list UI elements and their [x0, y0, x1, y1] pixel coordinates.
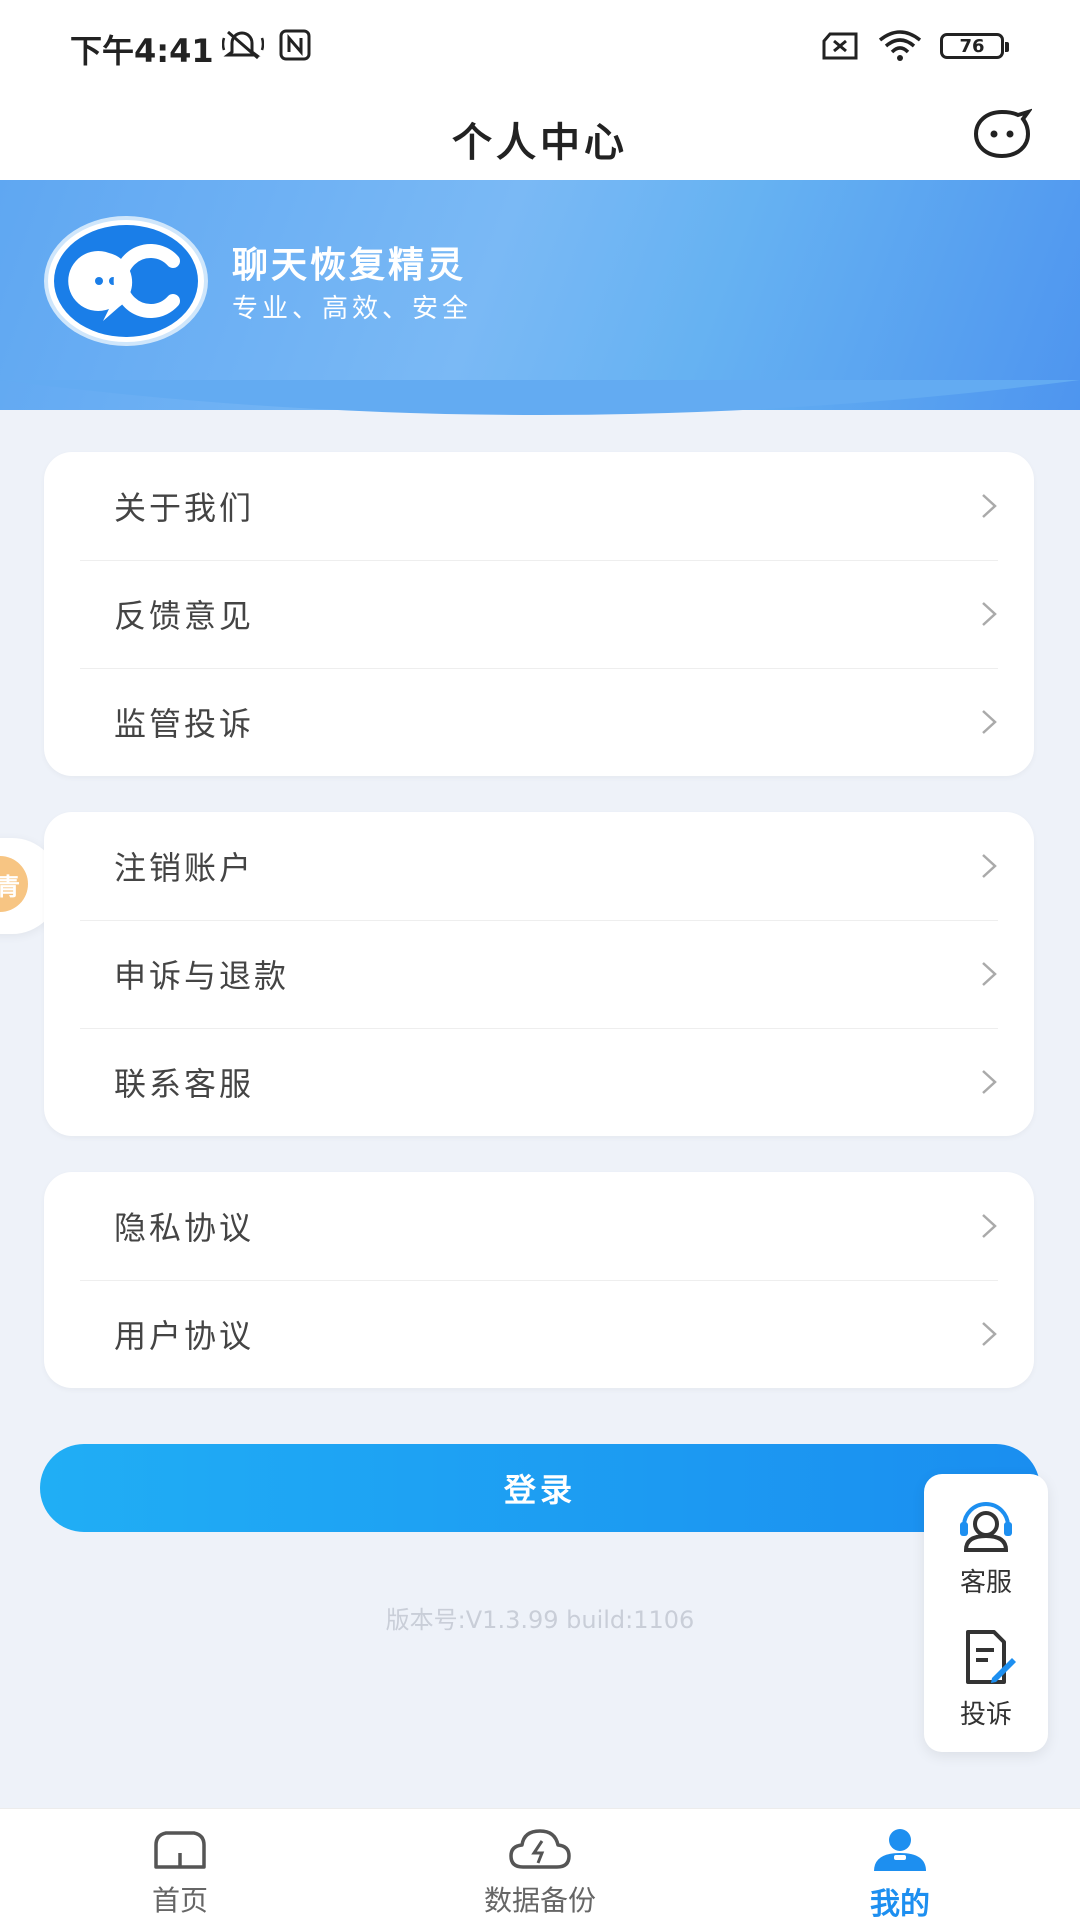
menu-item-user-agreement[interactable]: 用户协议 [44, 1280, 1034, 1388]
nav-label: 首页 [151, 1884, 208, 1917]
nav-tab-home[interactable]: 首页 [80, 1809, 280, 1920]
side-tab-badge: 青 [0, 856, 28, 912]
banner-curve [0, 380, 1080, 415]
floating-service-panel: 客服 投诉 [924, 1474, 1048, 1752]
menu-item-contact-service[interactable]: 联系客服 [44, 1028, 1034, 1136]
nav-label: 数据备份 [483, 1884, 596, 1917]
menu-label: 注销账户 [114, 849, 255, 887]
menu-label: 反馈意见 [114, 597, 255, 635]
menu-item-cancel-account[interactable]: 注销账户 [44, 812, 1034, 920]
chevron-right-icon [982, 962, 997, 986]
version-text: 版本号:V1.3.99 build:1106 [385, 1606, 695, 1634]
menu-card-agreements: 隐私协议 用户协议 [44, 1172, 1034, 1388]
headset-icon [960, 1502, 1012, 1552]
menu-item-appeal-refund[interactable]: 申诉与退款 [44, 920, 1034, 1028]
nav-tab-mine[interactable]: 我的 [800, 1809, 1000, 1920]
chevron-right-icon [982, 1322, 997, 1346]
menu-label: 联系客服 [114, 1065, 255, 1103]
menu-item-privacy-policy[interactable]: 隐私协议 [44, 1172, 1034, 1280]
menu-item-about-us[interactable]: 关于我们 [44, 452, 1034, 560]
menu-label: 申诉与退款 [114, 957, 290, 995]
chat-bubble-logo-icon [54, 225, 198, 337]
nav-tab-data-backup[interactable]: 数据备份 [440, 1809, 640, 1920]
menu-item-regulatory-complaint[interactable]: 监管投诉 [44, 668, 1034, 776]
menu-label: 隐私协议 [114, 1209, 255, 1247]
bottom-nav: 首页 数据备份 我的 [0, 1808, 1080, 1920]
message-face-icon[interactable] [972, 108, 1032, 160]
float-complaint-label: 投诉 [959, 1700, 1012, 1730]
home-icon [154, 1831, 206, 1869]
chevron-right-icon [982, 1070, 997, 1094]
nfc-icon [279, 29, 311, 61]
menu-item-feedback[interactable]: 反馈意见 [44, 560, 1034, 668]
title-bar: 个人中心 [0, 92, 1080, 180]
float-service-label: 客服 [959, 1568, 1012, 1598]
float-complaint[interactable]: 投诉 [924, 1628, 1048, 1731]
complaint-edit-icon [966, 1630, 1016, 1684]
chevron-right-icon [982, 854, 997, 878]
float-customer-service[interactable]: 客服 [924, 1496, 1048, 1599]
menu-card-account: 注销账户 申诉与退款 联系客服 [44, 812, 1034, 1136]
user-icon [874, 1829, 926, 1871]
menu-label: 监管投诉 [114, 705, 255, 743]
app-logo [44, 216, 208, 346]
menu-label: 关于我们 [114, 489, 255, 527]
chevron-right-icon [982, 1214, 997, 1238]
chevron-right-icon [982, 710, 997, 734]
chevron-right-icon [982, 494, 997, 518]
login-button[interactable]: 登录 [40, 1444, 1040, 1532]
battery-indicator: 76 [940, 33, 1009, 59]
menu-card-about: 关于我们 反馈意见 监管投诉 [44, 452, 1034, 776]
cloud-backup-icon [509, 1829, 571, 1869]
nav-label: 我的 [870, 1887, 930, 1920]
sim-error-icon [822, 32, 858, 60]
wifi-icon [878, 30, 922, 61]
page-title: 个人中心 [452, 120, 628, 166]
status-bar: 下午4:41 76 [0, 0, 1080, 92]
menu-label: 用户协议 [114, 1317, 255, 1355]
mute-icon [222, 30, 264, 60]
status-time: 下午4:41 [70, 32, 214, 70]
app-name: 聊天恢复精灵 [232, 245, 467, 286]
app-slogan: 专业、高效、安全 [232, 294, 473, 324]
chevron-right-icon [982, 602, 997, 626]
